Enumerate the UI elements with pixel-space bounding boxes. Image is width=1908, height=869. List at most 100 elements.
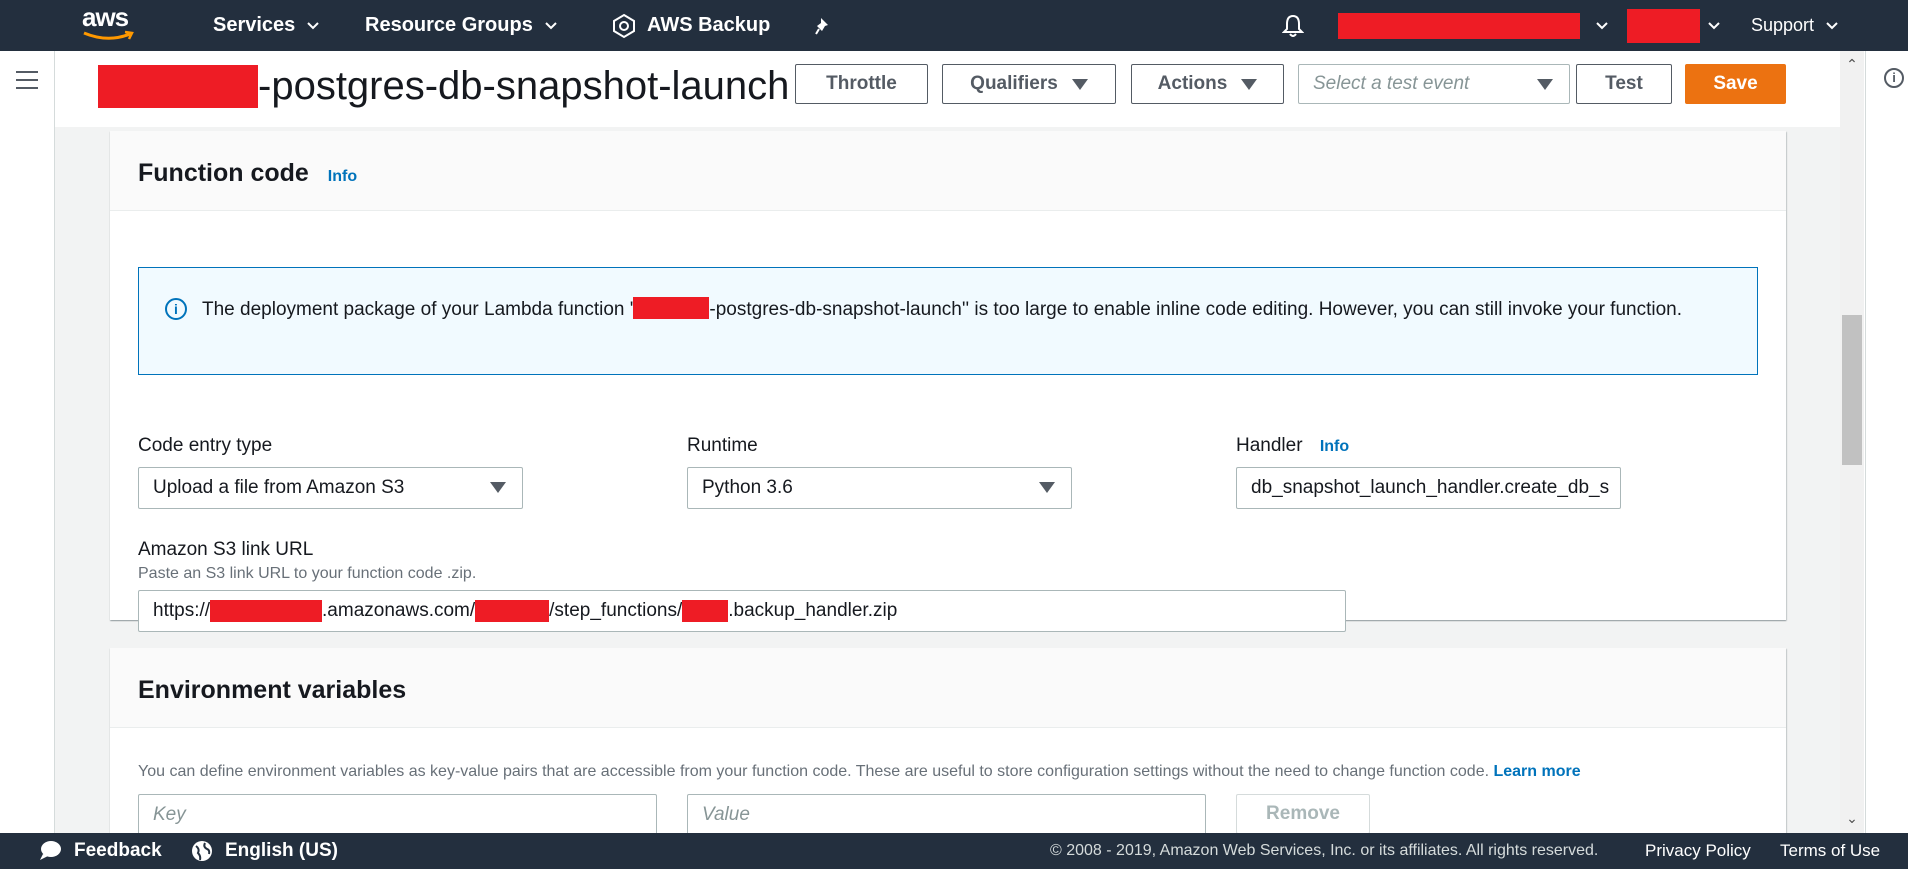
globe-icon: [192, 841, 212, 861]
environment-variables-header: Environment variables: [110, 648, 1786, 728]
page-title: -postgres-db-snapshot-launch: [98, 59, 789, 113]
s3-part3: /step_functions/: [549, 600, 683, 621]
chevron-down-icon: [545, 21, 557, 29]
env-key-placeholder: Key: [153, 804, 186, 825]
env-value-placeholder: Value: [702, 804, 750, 825]
chevron-down-icon: [1826, 21, 1838, 29]
environment-variables-title: Environment variables: [138, 676, 407, 704]
redacted-region: [1627, 8, 1700, 43]
test-label: Test: [1605, 73, 1643, 94]
vertical-scrollbar[interactable]: ⌃ ⌄: [1840, 51, 1864, 833]
triangle-down-icon: [1039, 482, 1055, 493]
alert-suffix: -postgres-db-snapshot-launch'' is too la…: [709, 299, 1682, 320]
redacted-file-prefix: [682, 600, 729, 622]
runtime-label: Runtime: [687, 435, 758, 456]
footer: Feedback English (US) © 2008 - 2019, Ama…: [0, 833, 1908, 869]
throttle-label: Throttle: [826, 73, 897, 94]
alert-message: The deployment package of your Lambda fu…: [202, 296, 1732, 323]
aws-backup-shortcut[interactable]: AWS Backup: [611, 0, 770, 51]
handler-value: db_snapshot_launch_handler.create_db_s: [1251, 477, 1610, 498]
chevron-down-icon: [307, 21, 320, 29]
alert-prefix: The deployment package of your Lambda fu…: [202, 299, 634, 320]
services-menu[interactable]: Services: [213, 0, 320, 51]
function-code-panel: Function code Info i The deployment pack…: [110, 131, 1786, 632]
actions-label: Actions: [1157, 73, 1228, 94]
region-menu[interactable]: [1627, 0, 1720, 51]
code-entry-type-label: Code entry type: [138, 435, 273, 456]
notifications-button[interactable]: [1282, 0, 1304, 51]
right-rail: i: [1865, 51, 1908, 833]
triangle-down-icon: [1071, 78, 1088, 90]
test-button[interactable]: Test: [1576, 64, 1672, 104]
test-event-placeholder: Select a test event: [1313, 73, 1470, 94]
env-value-input[interactable]: Value: [687, 794, 1206, 833]
function-title-suffix: -postgres-db-snapshot-launch: [258, 63, 790, 108]
language-label: English (US): [225, 840, 338, 861]
support-label: Support: [1751, 15, 1815, 35]
triangle-down-icon: [490, 482, 506, 493]
top-navigation: aws Services Resource Groups AWS Backup: [0, 0, 1908, 51]
test-event-select[interactable]: Select a test event: [1298, 64, 1570, 104]
language-selector[interactable]: English (US): [191, 833, 338, 869]
resource-groups-label: Resource Groups: [365, 14, 533, 36]
environment-variables-panel: Environment variables You can define env…: [110, 648, 1786, 833]
s3-link-label: Amazon S3 link URL: [138, 539, 314, 560]
package-size-alert: i The deployment package of your Lambda …: [138, 267, 1758, 375]
feedback-label: Feedback: [74, 840, 162, 861]
account-menu[interactable]: [1338, 0, 1608, 51]
hamburger-icon[interactable]: [16, 71, 38, 89]
env-key-input[interactable]: Key: [138, 794, 657, 833]
s3-link-input[interactable]: https:// .amazonaws.com/ /step_functions/.…: [138, 590, 1346, 632]
aws-backup-icon: [613, 13, 635, 38]
aws-logo-text: aws: [82, 2, 129, 32]
code-entry-type-value: Upload a file from Amazon S3: [153, 477, 405, 498]
services-label: Services: [213, 14, 296, 36]
handler-info-link[interactable]: Info: [1320, 438, 1349, 455]
s3-part2: .amazonaws.com/: [322, 600, 476, 621]
handler-label: Handler: [1236, 435, 1303, 456]
env-desc-text: You can define environment variables as …: [138, 763, 1490, 780]
support-menu[interactable]: Support: [1751, 0, 1838, 51]
pin-button[interactable]: [814, 0, 834, 51]
redacted-function-name: [633, 297, 710, 319]
chevron-down-icon: [1708, 21, 1720, 29]
feedback-button[interactable]: Feedback: [38, 833, 162, 869]
privacy-policy-link[interactable]: Privacy Policy: [1645, 833, 1751, 869]
info-icon: i: [165, 298, 187, 320]
actions-button[interactable]: Actions: [1131, 64, 1284, 104]
terms-of-use-link[interactable]: Terms of Use: [1780, 833, 1880, 869]
remove-button: Remove: [1236, 794, 1370, 833]
function-code-info-link[interactable]: Info: [328, 168, 357, 185]
info-panel-icon[interactable]: i: [1884, 68, 1904, 88]
save-button[interactable]: Save: [1685, 64, 1786, 104]
handler-input[interactable]: db_snapshot_launch_handler.create_db_s: [1236, 467, 1621, 509]
feedback-icon: [40, 841, 61, 860]
aws-smile-icon: [83, 30, 134, 40]
remove-label: Remove: [1266, 803, 1340, 824]
function-code-title: Function code Info: [138, 159, 357, 188]
qualifiers-button[interactable]: Qualifiers: [942, 64, 1116, 104]
handler-label-row: Handler Info: [1236, 435, 1349, 457]
aws-logo[interactable]: aws: [82, 4, 140, 46]
redacted-path: [475, 600, 550, 622]
qualifiers-label: Qualifiers: [970, 73, 1058, 94]
s3-part4: .backup_handler.zip: [728, 600, 898, 621]
redacted-bucket: [210, 600, 323, 622]
redacted-function-prefix: [98, 64, 258, 108]
main-content: -postgres-db-snapshot-launch Throttle Qu…: [55, 51, 1840, 833]
pin-icon: [815, 17, 828, 35]
resource-groups-menu[interactable]: Resource Groups: [365, 0, 557, 51]
triangle-down-icon: [1537, 79, 1553, 90]
learn-more-link[interactable]: Learn more: [1493, 763, 1580, 780]
scroll-up-arrow-icon[interactable]: ⌃: [1845, 57, 1859, 71]
scroll-down-arrow-icon[interactable]: ⌄: [1845, 811, 1859, 825]
bell-icon: [1282, 14, 1304, 37]
throttle-button[interactable]: Throttle: [795, 64, 928, 104]
runtime-select[interactable]: Python 3.6: [687, 467, 1072, 509]
runtime-value: Python 3.6: [702, 477, 793, 498]
code-entry-type-select[interactable]: Upload a file from Amazon S3: [138, 467, 523, 509]
chevron-down-icon: [1596, 21, 1608, 29]
scrollbar-thumb[interactable]: [1842, 315, 1862, 465]
save-label: Save: [1713, 73, 1758, 94]
s3-part1: https://: [153, 600, 211, 621]
